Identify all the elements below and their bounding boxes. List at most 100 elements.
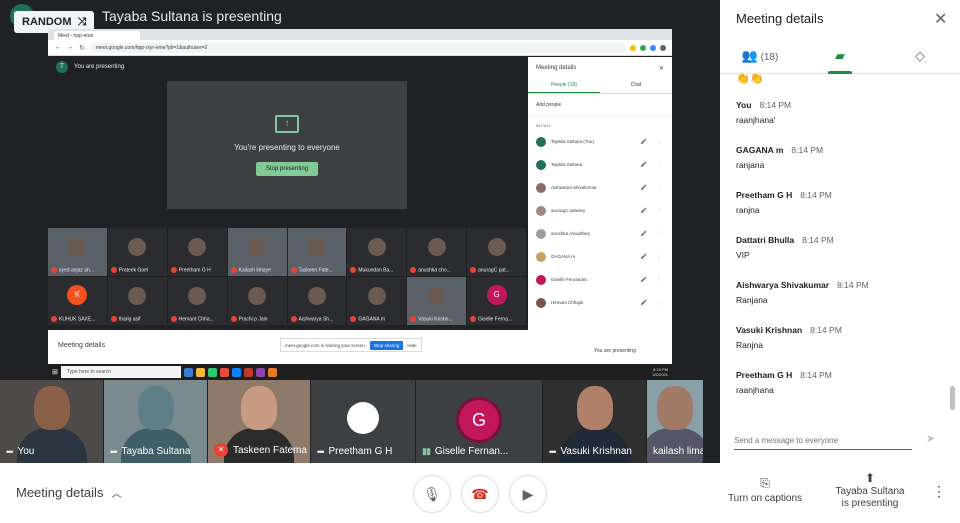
shared-participant-tile: Hemant Chha... — [167, 277, 227, 325]
shuffle-icon: ⤨ — [77, 15, 87, 28]
forward-arrow-icon: → — [66, 44, 74, 51]
shared-participant-name: Prateek Goel — [110, 266, 165, 273]
participant-label: kailash limaye — [653, 446, 703, 457]
shared-participant-tile: G Giselle Ferna... — [467, 277, 526, 325]
shared-participant-tile: Vasuki Krishn... — [407, 277, 467, 325]
chat-timestamp: 8:14 PM — [802, 235, 834, 245]
chat-message: Preetham G H 8:14 PM ranjna — [736, 190, 950, 235]
participant-label: ▮▮ Giselle Fernan... — [422, 446, 508, 457]
participant-name: Giselle Fernan... — [434, 446, 509, 457]
shared-bottom-bar: Meeting details meet.google.com is shari… — [48, 330, 672, 364]
close-icon[interactable]: ✕ — [934, 9, 947, 29]
tab-people[interactable]: 👥 (18) — [720, 44, 800, 73]
chat-message: Preetham G H 8:14 PM raanjhana — [736, 370, 950, 414]
participant-label: ••• You — [6, 446, 34, 457]
audio-level-icon: ••• — [317, 446, 325, 457]
more-options-icon: ⋮ — [656, 276, 662, 283]
chat-text: Ranjana — [736, 295, 768, 305]
shared-participant-name: KUHUK SAXE... — [51, 315, 105, 322]
shared-participant-tile: Prateek Goel — [107, 228, 167, 276]
shared-participant-name: Hemant Chha... — [170, 315, 225, 322]
tab-activities[interactable]: ◇ — [880, 44, 960, 73]
chat-message-input[interactable] — [734, 432, 912, 450]
shared-participant-name: Giselle Ferna... — [470, 315, 524, 322]
taskbar-app-icon — [231, 367, 241, 377]
hide-link: Hide — [407, 342, 417, 348]
mic-off-icon — [51, 266, 57, 273]
presenting-card: ↑ You're presenting to everyone Stop pre… — [167, 81, 407, 209]
presentation-button[interactable]: ⬆ Tayaba Sultana is presenting — [825, 472, 915, 510]
taskbar-app-icon — [243, 367, 253, 377]
shared-participant-tile: anushka cho... — [407, 228, 467, 276]
mic-off-icon: 🎤 — [640, 230, 648, 237]
participant-tile[interactable]: ••• Tayaba Sultana — [104, 380, 207, 463]
chat-message: GAGANA m 8:14 PM ranjana — [736, 145, 950, 190]
camera-button[interactable]: ▶ — [509, 475, 547, 513]
mic-off-icon: 🎤 — [640, 299, 648, 306]
avatar — [536, 228, 546, 239]
shared-participant-name: GAGANA m — [350, 315, 404, 322]
more-options-icon[interactable]: ⋮ — [932, 483, 946, 500]
shared-person-name: Tayaba Sultana — [551, 162, 583, 167]
chat-scrollbar[interactable] — [950, 386, 955, 410]
browser-toolbar: ← → ↻ meet.google.com/hpp-rxyr-eme?pli=1… — [48, 40, 672, 56]
participant-name: Vasuki Krishnan — [560, 446, 632, 457]
mic-off-icon — [290, 266, 297, 273]
microphone-button[interactable]: 🎙 — [413, 475, 451, 513]
participant-tile[interactable]: ••• You — [0, 380, 103, 463]
participant-photo — [347, 402, 379, 434]
chat-timestamp: 8:14 PM — [759, 100, 792, 110]
main-stage: Tayaba Sultana is presenting RANDOM ⤨ Me… — [0, 0, 720, 463]
present-screen-icon: ⬆ — [864, 471, 876, 485]
chat-text: Ranjna — [736, 340, 763, 350]
meeting-details-panel: Meeting details ✕ 👥 (18) ▰ ◇ 👏👏 You 8:14 … — [720, 0, 960, 463]
chat-message-header: Preetham G H 8:14 PM — [736, 190, 950, 200]
participant-photo — [367, 287, 386, 305]
participant-label: ••• Tayaba Sultana — [110, 446, 190, 457]
avatar — [536, 251, 546, 262]
random-chip-label: RANDOM — [22, 16, 72, 28]
avatar — [536, 159, 546, 170]
shared-people-list: Tayaba Sultana (You) 🎤 ⋮ Tayaba Sultana 🎤 ⋮ Ai… — [528, 130, 672, 314]
participant-tile[interactable]: ✕ Taskeen Fatema — [208, 380, 310, 463]
taskbar-app-icon — [267, 367, 277, 377]
shared-people-row: Giselle Fernandez 🎤 ⋮ — [528, 268, 672, 291]
audio-level-icon: ••• — [6, 446, 14, 457]
tab-chat[interactable]: ▰ — [800, 44, 880, 74]
mic-off-icon — [110, 266, 117, 273]
meeting-details-button[interactable]: Meeting details ︿ — [16, 485, 121, 500]
participant-photo — [248, 238, 267, 256]
shared-participant-name: Mukundan Ba... — [350, 266, 404, 273]
participant-tile[interactable]: ••• Vasuki Krishnan — [543, 380, 646, 463]
shared-participant-name: tharig asif — [110, 315, 165, 322]
mic-off-icon: 🎤 — [640, 253, 648, 260]
windows-start-icon: ⊞ — [52, 369, 58, 376]
captions-button[interactable]: ⎘ Turn on captions — [722, 476, 808, 504]
participant-tile[interactable]: ••• Preetham G H — [311, 380, 415, 463]
shared-participant-grid: syed anjaz ah... Prateek Goel Preetham G H… — [48, 228, 526, 326]
avatar — [536, 205, 546, 216]
more-options-icon: ⋮ — [656, 138, 662, 145]
mic-off-icon — [230, 315, 237, 322]
avatar — [536, 297, 546, 308]
chat-sender: GAGANA m — [736, 145, 784, 155]
shared-details-panel: Meeting details ✕ People (18) Chat Add p… — [528, 57, 672, 349]
send-icon[interactable]: ➤ — [926, 432, 935, 445]
reload-icon: ↻ — [79, 44, 85, 52]
participant-face — [576, 386, 613, 430]
chat-sender: Dattatri Bhulla — [736, 235, 795, 245]
chat-message-header: Dattatri Bhulla 8:14 PM — [736, 235, 950, 245]
participant-photo — [128, 238, 147, 256]
speaking-icon: ▮▮ — [422, 446, 431, 456]
windows-taskbar: ⊞ Type here to search 8:15 PM 3/1/2021 — [48, 364, 672, 380]
chat-message: Vasuki Krishnan 8:14 PM Ranjna — [736, 325, 950, 370]
shared-avatar: T — [56, 61, 68, 73]
participant-tile[interactable]: kailash limaye — [647, 380, 703, 463]
participant-tile[interactable]: G ▮▮ Giselle Fernan... — [416, 380, 542, 463]
browser-tab-strip: Meet - hpp-eme — [48, 29, 672, 40]
mic-off-icon: 🎤 — [640, 161, 648, 168]
mic-off-icon — [110, 315, 117, 322]
chat-emoji: 👏👏 — [736, 74, 764, 85]
leave-call-button[interactable]: ☎ — [461, 475, 499, 513]
browser-tab: Meet - hpp-eme — [54, 31, 140, 40]
